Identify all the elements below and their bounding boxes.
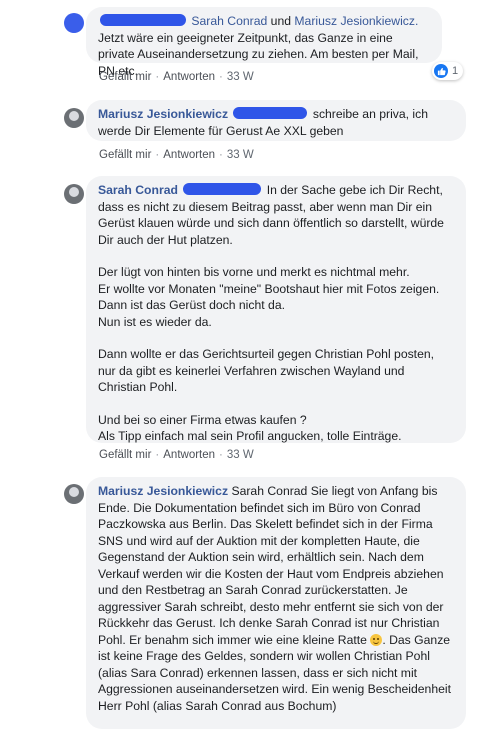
reply-link[interactable]: Antworten [163,71,215,83]
comment-bubble: Sarah Conrad und Mariusz Jesionkiewicz. … [86,7,442,78]
reply-link[interactable]: Antworten [163,449,215,461]
comment-line: Der lügt von hinten bis vorne und merkt … [98,265,410,279]
mention-link[interactable]: Sarah Conrad [191,14,267,28]
comment-line: Er wollte vor Monaten "meine" Bootshaut … [98,281,440,296]
comment-bubble: Sarah Conrad In der Sache gebe ich Dir R… [86,176,466,443]
comment-paragraph: Und bei so einer Firma etwas kaufen ? Al… [98,412,454,445]
comment-line: Nun ist es wieder da. [98,314,212,329]
redacted-name [100,14,186,26]
mention-link[interactable]: Mariusz Jesionkiewicz. [294,14,418,28]
thumbs-up-icon [434,64,448,78]
reply-link[interactable]: Antworten [163,149,215,161]
like-link[interactable]: Gefällt mir [99,71,151,83]
comment-paragraph: Dann wollte er das Gerichtsurteil gegen … [98,347,435,394]
comment-bubble: Mariusz Jesionkiewicz schreibe an priva,… [86,100,466,141]
comment-actions: Gefällt mir · Antworten · 33 W [99,449,254,461]
comment-line: Als Tipp einfach mal sein Profil angucke… [98,429,402,443]
comment-actions: Gefällt mir · Antworten · 33 W [99,149,254,161]
comment-text: Sarah Conrad Sie liegt von Anfang bis En… [98,484,444,647]
comment-bubble: Mariusz Jesionkiewicz Sarah Conrad Sie l… [86,477,466,729]
redacted-name [183,183,262,195]
comment-paragraph: Sarah Conrad In der Sache gebe ich Dir R… [98,182,454,248]
reaction-count[interactable]: 1 [432,62,464,80]
comment-age: 33 W [226,149,254,161]
like-link[interactable]: Gefällt mir [99,449,151,461]
connector-text: und [270,14,292,28]
smiley-emoji-icon [370,633,383,646]
avatar[interactable] [64,108,84,128]
author-name[interactable]: Mariusz Jesionkiewicz [98,484,228,498]
avatar[interactable] [64,13,84,33]
reaction-number: 1 [452,65,459,77]
author-name[interactable]: Sarah Conrad [98,183,178,197]
comment-paragraph: Der lügt von hinten bis vorne und merkt … [98,264,454,330]
comment-line: Dann ist das Gerüst doch nicht da. [98,298,285,312]
avatar[interactable] [64,484,84,504]
comment-line: Und bei so einer Firma etwas kaufen ? [98,412,307,427]
comment-age: 33 W [226,71,254,83]
comment-actions: Gefällt mir · Antworten · 33 W [99,71,254,83]
author-name[interactable]: Mariusz Jesionkiewicz [98,107,228,121]
redacted-name [233,107,308,119]
comment-age: 33 W [226,449,254,461]
like-link[interactable]: Gefällt mir [99,149,151,161]
avatar[interactable] [64,184,84,204]
